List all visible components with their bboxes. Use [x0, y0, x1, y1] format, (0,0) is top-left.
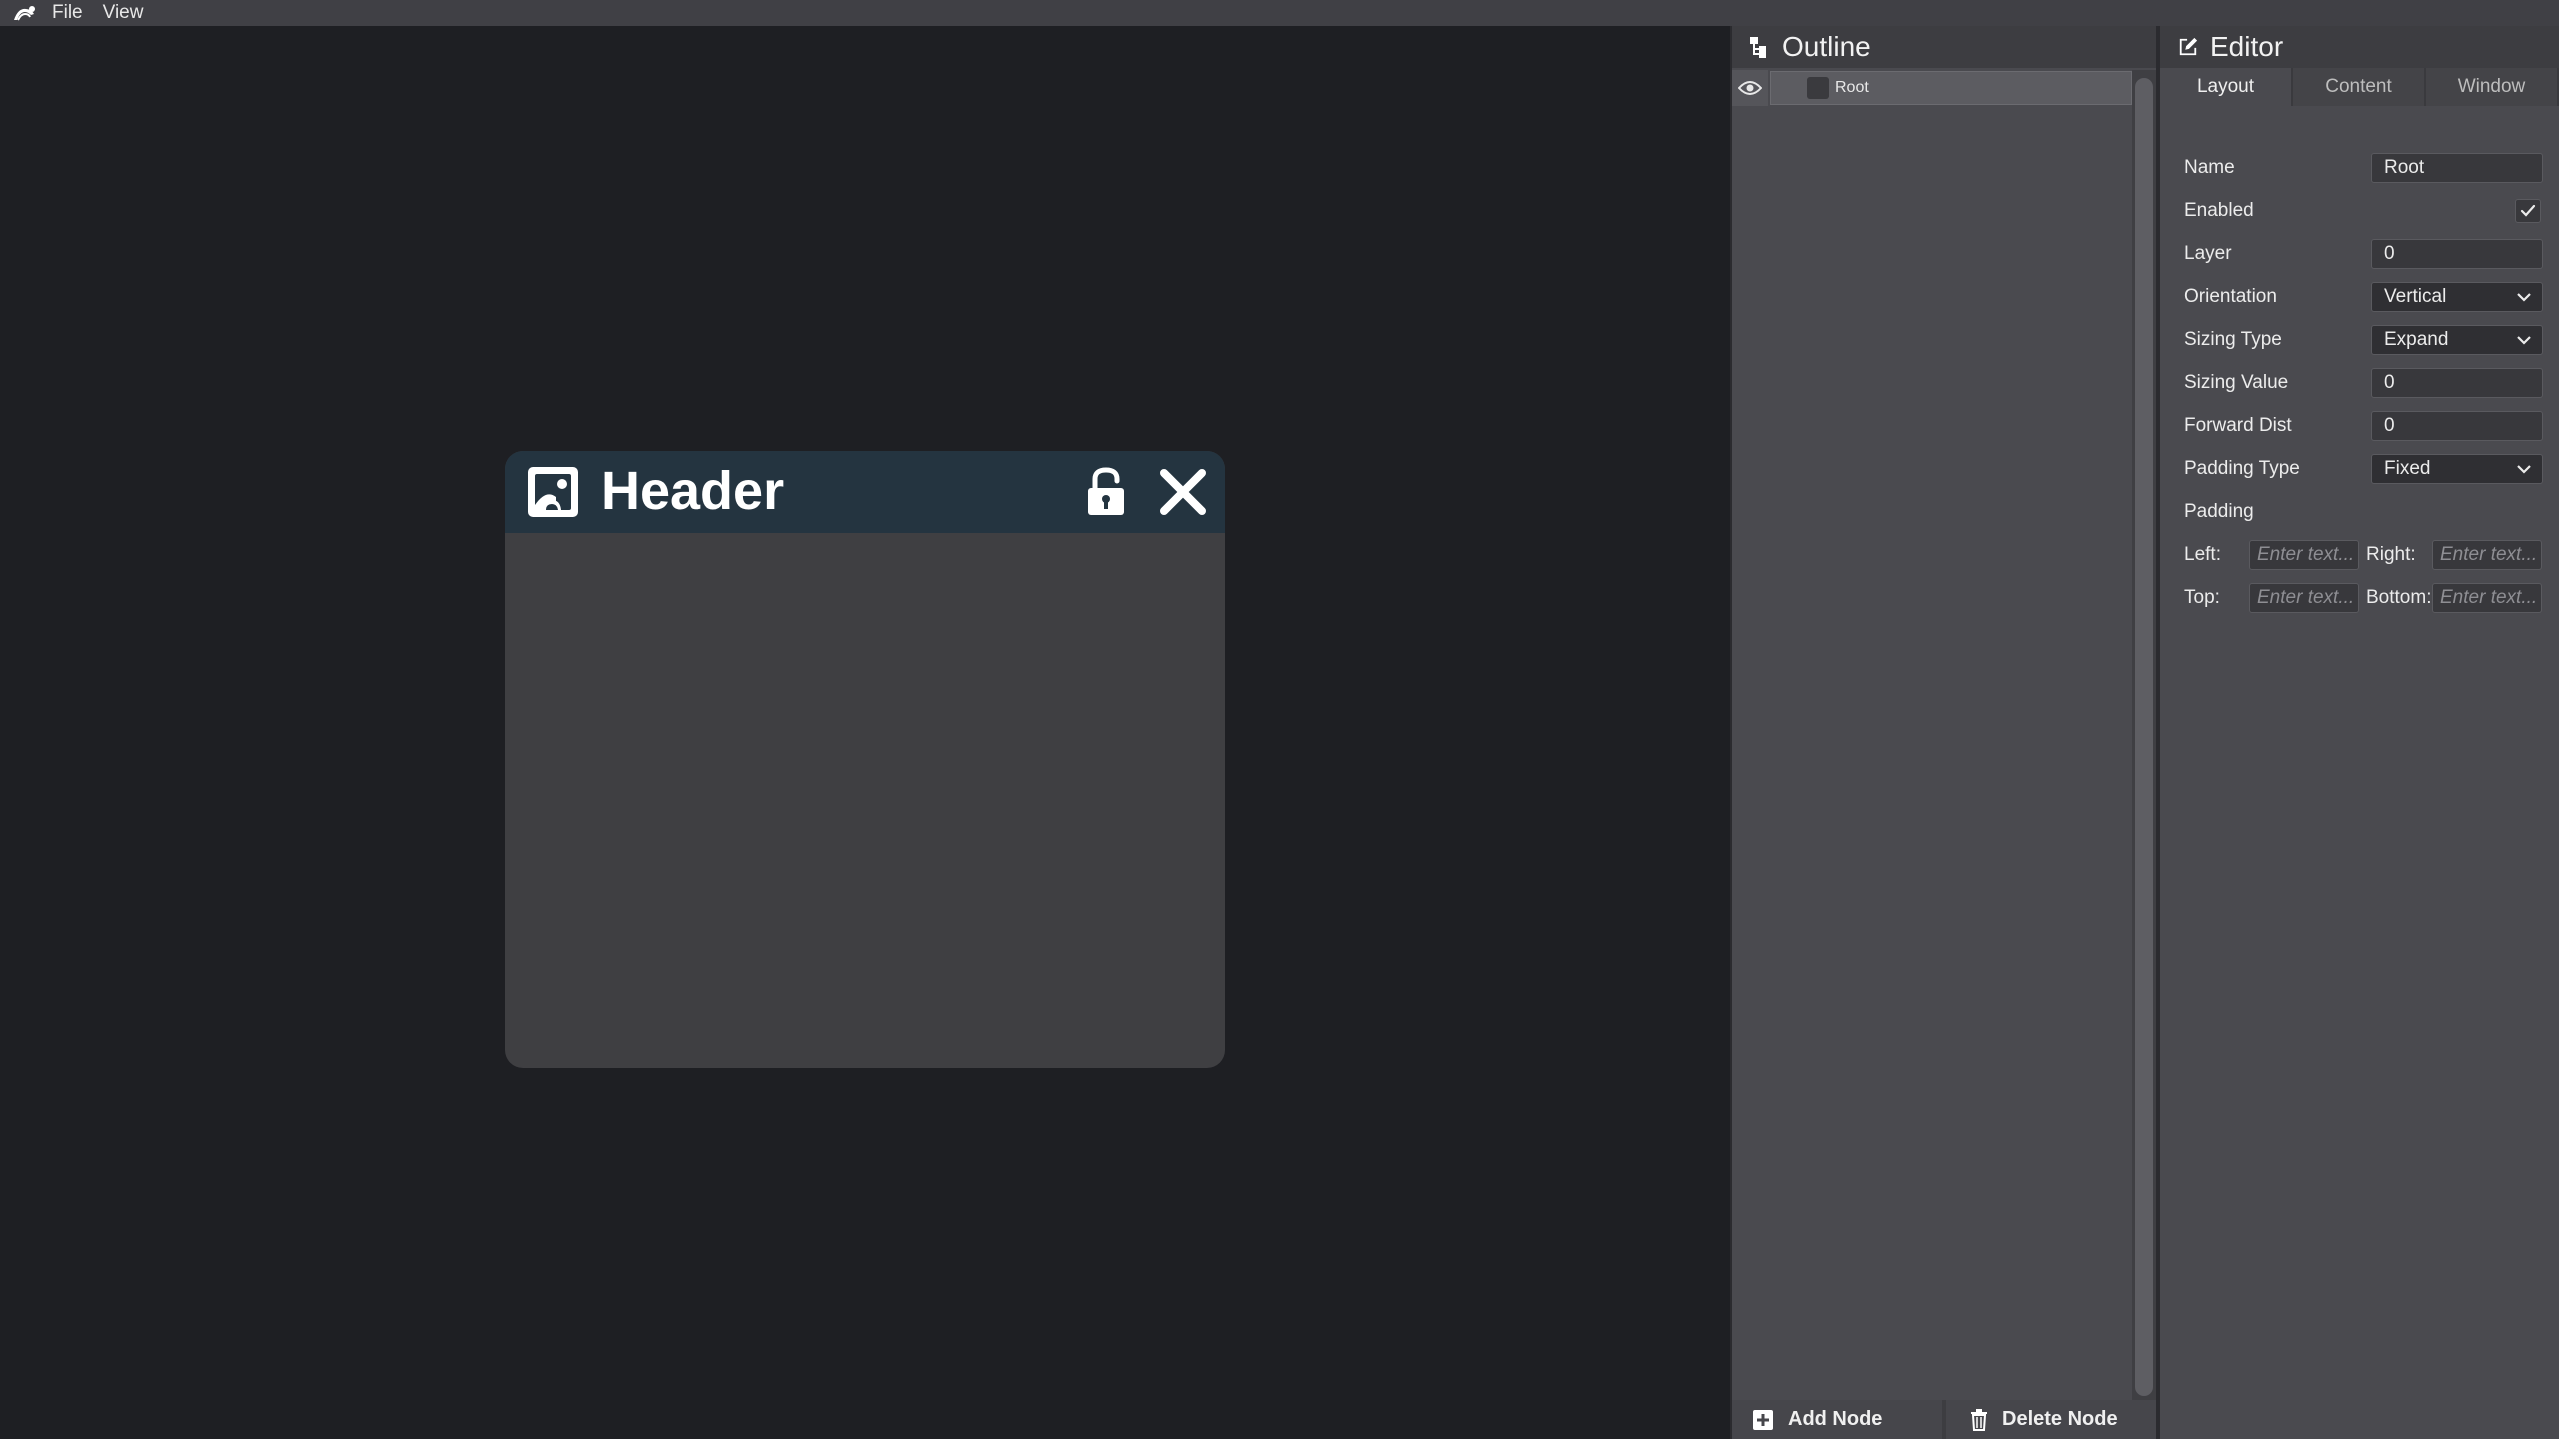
- tree-item-root[interactable]: Root: [1770, 71, 2132, 105]
- field-row-enabled: Enabled: [2160, 196, 2559, 226]
- editor-title: Editor: [2210, 31, 2284, 62]
- menu-bar: File View: [0, 0, 2559, 26]
- enabled-checkbox[interactable]: [2515, 199, 2541, 223]
- tree-item-label: Root: [1835, 79, 1869, 96]
- node-color-swatch: [1807, 77, 1829, 99]
- scrollbar-thumb[interactable]: [2135, 78, 2153, 1396]
- field-row-padding-type: Padding Type Fixed: [2160, 454, 2559, 484]
- add-node-button[interactable]: Add Node: [1732, 1400, 1942, 1439]
- layer-label: Layer: [2184, 243, 2232, 264]
- sizing-value-field[interactable]: 0: [2371, 368, 2543, 398]
- padding-top-label: Top:: [2184, 587, 2220, 608]
- menu-file[interactable]: File: [50, 0, 93, 26]
- field-row-sizing-type: Sizing Type Expand: [2160, 325, 2559, 355]
- outline-footer: Add Node Delete Node: [1732, 1400, 2156, 1439]
- chevron-down-icon: [2517, 336, 2531, 345]
- field-row-orientation: Orientation Vertical: [2160, 282, 2559, 312]
- app-logo-icon: [0, 0, 50, 26]
- padding-bottom-label: Bottom:: [2366, 587, 2432, 608]
- checkmark-icon: [2520, 204, 2536, 217]
- plus-box-icon: [1753, 1409, 1773, 1430]
- padding-type-value: Fixed: [2384, 458, 2431, 479]
- padding-right-label: Right:: [2366, 544, 2416, 565]
- delete-node-button[interactable]: Delete Node: [1946, 1400, 2156, 1439]
- orientation-select[interactable]: Vertical: [2371, 282, 2543, 312]
- field-row-sizing-value: Sizing Value 0: [2160, 368, 2559, 398]
- window-header[interactable]: Header: [505, 451, 1225, 533]
- sizing-type-select[interactable]: Expand: [2371, 325, 2543, 355]
- close-icon[interactable]: [1158, 467, 1208, 517]
- padding-type-select[interactable]: Fixed: [2371, 454, 2543, 484]
- outline-scrollbar[interactable]: [2132, 70, 2156, 1400]
- window-title: Header: [601, 461, 785, 521]
- add-node-label: Add Node: [1788, 1408, 1883, 1430]
- field-row-layer: Layer 0: [2160, 239, 2559, 269]
- sizing-type-value: Expand: [2384, 329, 2449, 350]
- tree-row-root[interactable]: Root: [1732, 70, 2132, 106]
- tab-window[interactable]: Window: [2426, 68, 2559, 106]
- padding-top-input[interactable]: Enter text...: [2249, 583, 2359, 613]
- editor-panel: Editor Layout Content Window Name Root E…: [2156, 26, 2559, 1439]
- editor-tabs: Layout Content Window: [2160, 68, 2559, 106]
- padding-left-label: Left:: [2184, 544, 2221, 565]
- forward-dist-field[interactable]: 0: [2371, 411, 2543, 441]
- edit-icon: [2179, 37, 2198, 56]
- sizing-type-label: Sizing Type: [2184, 329, 2282, 350]
- canvas-viewport[interactable]: Header: [0, 26, 1730, 1439]
- outline-panel: Outline Root Add Node Delete Node: [1730, 26, 2156, 1439]
- padding-left-input[interactable]: Enter text...: [2249, 540, 2359, 570]
- tab-layout[interactable]: Layout: [2160, 68, 2293, 106]
- tab-content[interactable]: Content: [2293, 68, 2426, 106]
- floating-window[interactable]: Header: [505, 451, 1225, 1068]
- padding-row-left-right: Left: Enter text... Right: Enter text...: [2160, 540, 2559, 570]
- field-row-padding: Padding: [2160, 497, 2559, 527]
- layer-field[interactable]: 0: [2371, 239, 2543, 269]
- padding-label: Padding: [2184, 501, 2254, 522]
- delete-node-label: Delete Node: [2002, 1408, 2118, 1430]
- name-field[interactable]: Root: [2371, 153, 2543, 183]
- trash-icon: [1971, 1408, 1987, 1431]
- editor-header: Editor: [2160, 26, 2559, 68]
- orientation-label: Orientation: [2184, 286, 2277, 307]
- chevron-down-icon: [2517, 465, 2531, 474]
- unlock-icon[interactable]: [1083, 467, 1129, 517]
- padding-right-input[interactable]: Enter text...: [2432, 540, 2542, 570]
- field-row-name: Name Root: [2160, 153, 2559, 183]
- padding-bottom-input[interactable]: Enter text...: [2432, 583, 2542, 613]
- outline-header: Outline: [1732, 26, 2156, 68]
- image-icon: [528, 467, 578, 517]
- outline-tree[interactable]: Root: [1732, 70, 2132, 1420]
- menu-view[interactable]: View: [93, 0, 154, 26]
- field-row-forward-dist: Forward Dist 0: [2160, 411, 2559, 441]
- hierarchy-icon: [1750, 37, 1766, 58]
- padding-type-label: Padding Type: [2184, 458, 2300, 479]
- visibility-eye-icon[interactable]: [1732, 70, 1768, 106]
- orientation-value: Vertical: [2384, 286, 2447, 307]
- name-label: Name: [2184, 157, 2235, 178]
- chevron-down-icon: [2517, 293, 2531, 302]
- padding-row-top-bottom: Top: Enter text... Bottom: Enter text...: [2160, 583, 2559, 613]
- outline-title: Outline: [1782, 31, 1871, 62]
- enabled-label: Enabled: [2184, 200, 2254, 221]
- sizing-value-label: Sizing Value: [2184, 372, 2289, 393]
- forward-dist-label: Forward Dist: [2184, 415, 2292, 436]
